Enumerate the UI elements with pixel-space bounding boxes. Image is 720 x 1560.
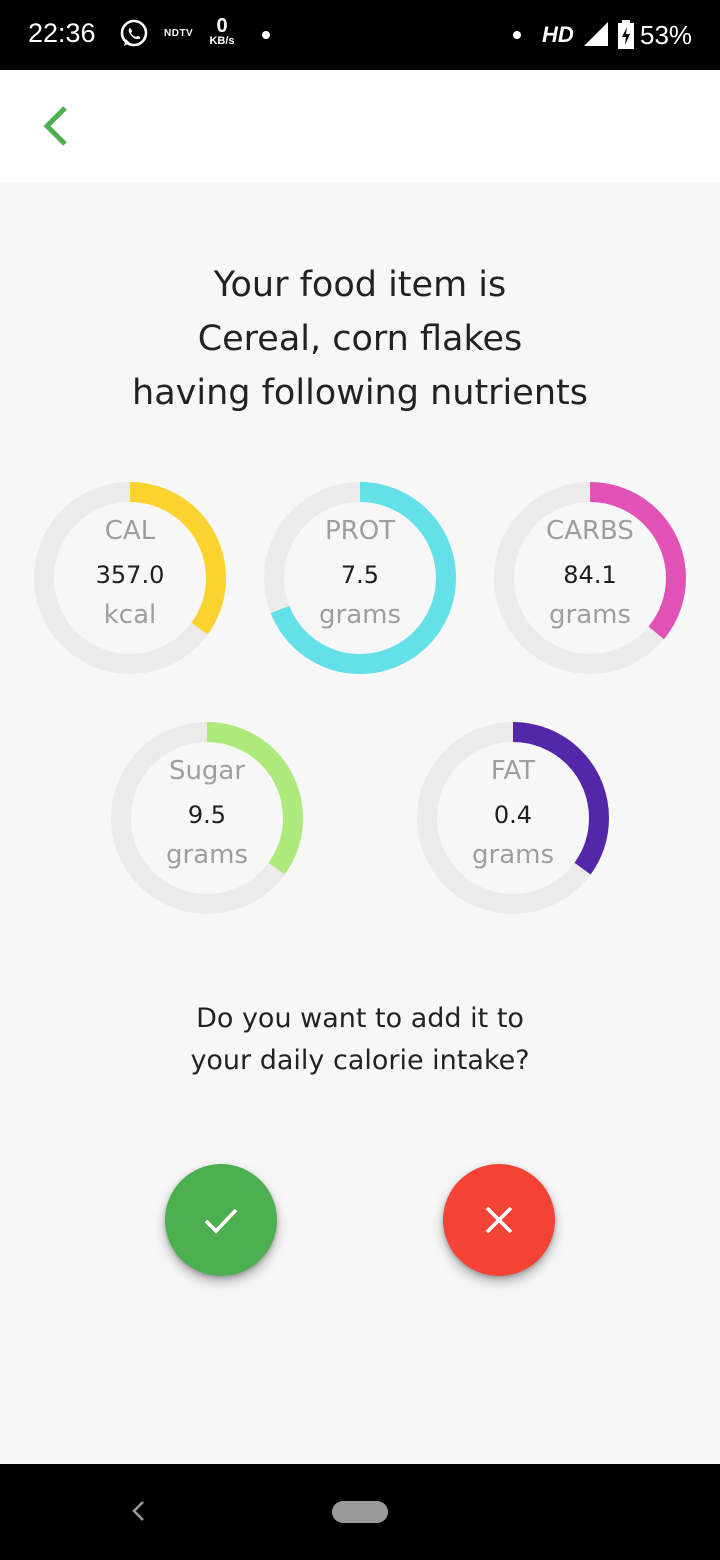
app-bar (0, 70, 720, 182)
whatsapp-icon (118, 18, 150, 54)
cancel-add-button[interactable] (443, 1164, 555, 1276)
nutrient-unit: kcal (103, 600, 157, 630)
nutrient-unit: grams (472, 840, 554, 870)
nutrient-value: 7.5 (340, 561, 380, 589)
nutrient-unit: grams (549, 600, 631, 630)
food-headline: Your food item is Cereal, corn flakes ha… (0, 258, 720, 420)
ndtv-icon: NDTV (164, 28, 194, 39)
nutrient-label: FAT (490, 756, 536, 786)
question-line-2: your daily calorie intake? (190, 1045, 530, 1076)
chevron-left-icon (43, 106, 67, 146)
speed-unit: KB/s (209, 35, 235, 47)
notification-dot-icon (262, 31, 270, 39)
nutrient-label: CARBS (546, 516, 634, 546)
close-icon (485, 1206, 513, 1234)
network-type: HD (542, 22, 574, 47)
battery-icon (617, 20, 635, 54)
nutrient-label: Sugar (168, 756, 246, 786)
nutrient-ring-prot: PROT 7.5 grams (260, 478, 460, 678)
nutrient-value: 84.1 (563, 561, 617, 589)
nutrient-unit: grams (166, 840, 248, 870)
nutrient-label: PROT (324, 516, 396, 546)
nutrient-ring-fat: FAT 0.4 grams (413, 718, 613, 918)
headline-line-3: having following nutrients (132, 373, 588, 413)
nutrient-label: CAL (104, 516, 156, 546)
question-line-1: Do you want to add it to (196, 1003, 524, 1034)
notification-dot-icon (513, 31, 521, 39)
add-intake-question: Do you want to add it to your daily calo… (0, 998, 720, 1082)
nutrient-unit: grams (319, 600, 401, 630)
speed-value: 0 (216, 15, 228, 37)
check-icon (204, 1208, 238, 1234)
signal-icon (584, 22, 608, 50)
nutrient-value: 357.0 (95, 561, 165, 589)
back-button[interactable] (30, 100, 82, 152)
nav-back-icon[interactable] (124, 1496, 154, 1530)
nutrient-ring-carbs: CARBS 84.1 grams (490, 478, 690, 678)
status-time: 22:36 (28, 18, 96, 48)
food-item-name: Cereal, corn flakes (197, 319, 523, 359)
nutrient-ring-sugar: Sugar 9.5 grams (107, 718, 307, 918)
nutrient-value: 9.5 (187, 801, 227, 829)
confirm-add-button[interactable] (165, 1164, 277, 1276)
status-bar: 22:36 NDTV 0 KB/s HD 53% (0, 0, 720, 70)
nutrient-ring-cal: CAL 357.0 kcal (30, 478, 230, 678)
nutrient-value: 0.4 (493, 801, 533, 829)
system-nav-bar (0, 1464, 720, 1560)
home-pill-icon[interactable] (332, 1501, 388, 1523)
battery-percent: 53% (640, 20, 693, 50)
network-speed: 0 KB/s (204, 16, 240, 47)
headline-line-1: Your food item is (213, 265, 507, 305)
